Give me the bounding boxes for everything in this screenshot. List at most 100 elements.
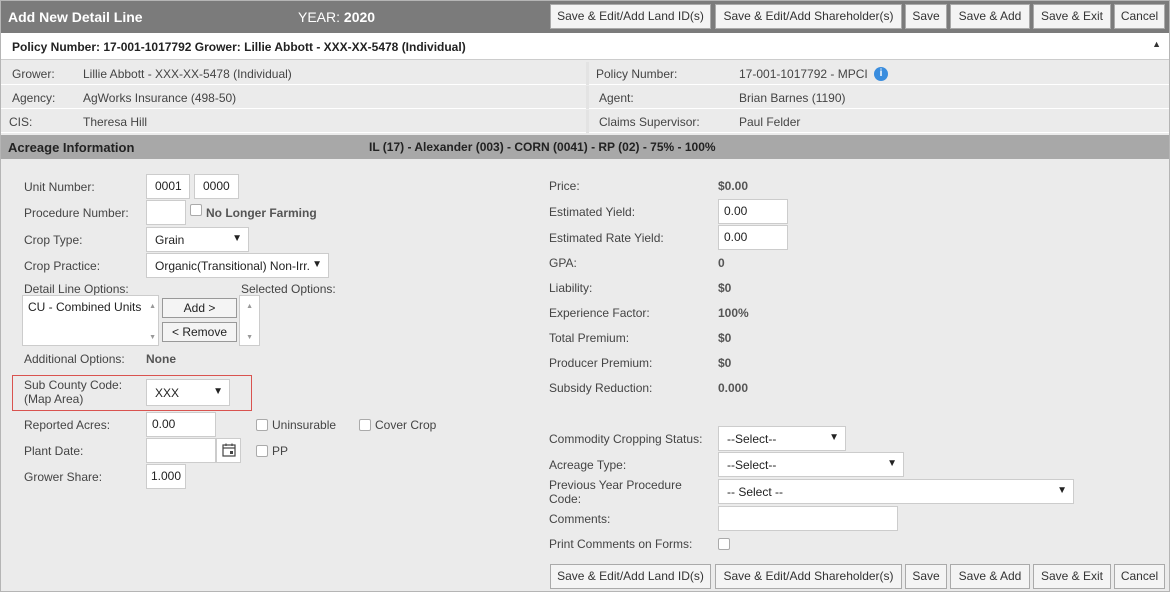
- claims-supervisor-value: Paul Felder: [739, 115, 801, 129]
- pp-label: PP: [272, 444, 289, 458]
- save-button-top[interactable]: Save: [905, 4, 947, 29]
- additional-options-value: None: [146, 352, 176, 366]
- remove-option-button[interactable]: < Remove: [162, 322, 237, 342]
- producer-premium-value: $0: [718, 356, 732, 370]
- save-edit-land-ids-button-bottom[interactable]: Save & Edit/Add Land ID(s): [550, 564, 711, 589]
- total-premium-label: Total Premium:: [549, 331, 630, 345]
- liability-label: Liability:: [549, 281, 593, 295]
- acreage-section-header: Acreage Information IL (17) - Alexander …: [1, 135, 1169, 159]
- commodity-cropping-label: Commodity Cropping Status:: [549, 432, 703, 446]
- save-and-add-button-top[interactable]: Save & Add: [950, 4, 1030, 29]
- agency-label: Agency:: [12, 91, 56, 105]
- grower-share-input[interactable]: 1.000: [146, 464, 186, 489]
- unit-number-input-2[interactable]: 0000: [194, 174, 239, 199]
- prev-year-procedure-value: -- Select --: [727, 485, 784, 499]
- print-comments-label: Print Comments on Forms:: [549, 537, 693, 551]
- dialog-window: Add New Detail Line YEAR: 2020 Save & Ed…: [0, 0, 1170, 592]
- info-row-agency: Agency: AgWorks Insurance (498-50) Agent…: [1, 86, 1169, 109]
- save-edit-land-ids-button-top[interactable]: Save & Edit/Add Land ID(s): [550, 4, 711, 29]
- add-option-button[interactable]: Add >: [162, 298, 237, 318]
- chevron-down-icon: ▼: [312, 259, 322, 270]
- save-and-exit-button-bottom[interactable]: Save & Exit: [1033, 564, 1111, 589]
- reported-acres-input[interactable]: 0.00: [146, 412, 216, 437]
- detail-option-item[interactable]: CU - Combined Units: [28, 300, 141, 314]
- sub-county-select[interactable]: XXX ▼: [146, 379, 230, 406]
- year-label: YEAR:: [298, 9, 341, 25]
- cis-value: Theresa Hill: [83, 115, 148, 129]
- chevron-down-icon: ▼: [213, 386, 223, 397]
- uninsurable-label: Uninsurable: [272, 418, 337, 432]
- detail-line-options-list[interactable]: CU - Combined Units ▲ ▼: [22, 295, 159, 346]
- cover-crop-label: Cover Crop: [375, 418, 437, 432]
- acreage-type-value: --Select--: [727, 458, 777, 472]
- acreage-type-select[interactable]: --Select-- ▼: [718, 452, 904, 477]
- scroll-down-icon[interactable]: ▼: [149, 334, 156, 341]
- save-edit-shareholders-button-bottom[interactable]: Save & Edit/Add Shareholder(s): [715, 564, 902, 589]
- policy-number-value: 17-001-1017792 - MPCI: [739, 67, 868, 81]
- info-icon[interactable]: i: [874, 67, 888, 81]
- procedure-number-label: Procedure Number:: [24, 206, 129, 220]
- uninsurable-checkbox[interactable]: [256, 419, 268, 431]
- chevron-down-icon: ▼: [232, 233, 242, 244]
- collapse-triangle-icon[interactable]: ▲: [1152, 39, 1161, 49]
- save-and-exit-button-top[interactable]: Save & Exit: [1033, 4, 1111, 29]
- comments-label: Comments:: [549, 512, 611, 526]
- save-and-add-button-bottom[interactable]: Save & Add: [950, 564, 1030, 589]
- sub-county-label-line1: Sub County Code:: [24, 378, 123, 392]
- cancel-button-top[interactable]: Cancel: [1114, 4, 1165, 29]
- total-premium-value: $0: [718, 331, 732, 345]
- unit-number-label: Unit Number:: [24, 180, 95, 194]
- crop-type-select[interactable]: Grain ▼: [146, 227, 249, 252]
- experience-factor-value: 100%: [718, 306, 749, 320]
- procedure-number-input[interactable]: [146, 200, 186, 225]
- policy-summary-bar[interactable]: Policy Number: 17-001-1017792 Grower: Li…: [1, 33, 1169, 60]
- scroll-up-icon[interactable]: ▲: [246, 303, 253, 310]
- subsidy-reduction-value: 0.000: [718, 381, 749, 395]
- experience-factor-label: Experience Factor:: [549, 306, 650, 320]
- producer-premium-label: Producer Premium:: [549, 356, 653, 370]
- scroll-up-icon[interactable]: ▲: [149, 303, 156, 310]
- additional-options-label: Additional Options:: [24, 352, 125, 366]
- policy-summary-text: Policy Number: 17-001-1017792 Grower: Li…: [12, 40, 466, 54]
- selected-options-list[interactable]: ▲ ▼: [239, 295, 260, 346]
- info-row-grower: Grower: Lillie Abbott - XXX-XX-5478 (Ind…: [1, 62, 1169, 85]
- estimated-yield-input[interactable]: 0.00: [718, 199, 788, 224]
- plant-date-input[interactable]: [146, 438, 216, 463]
- acreage-subtitle: IL (17) - Alexander (003) - CORN (0041) …: [369, 140, 716, 154]
- selected-options-label: Selected Options:: [241, 282, 336, 296]
- prev-year-procedure-label-line2: Code:: [549, 492, 582, 506]
- crop-practice-value: Organic(Transitional) Non-Irr.: [155, 259, 310, 273]
- cover-crop-checkbox[interactable]: [359, 419, 371, 431]
- cis-label: CIS:: [9, 115, 33, 129]
- commodity-cropping-select[interactable]: --Select-- ▼: [718, 426, 846, 451]
- no-longer-farming-label: No Longer Farming: [206, 206, 317, 220]
- estimated-yield-label: Estimated Yield:: [549, 205, 636, 219]
- save-button-bottom[interactable]: Save: [905, 564, 947, 589]
- print-comments-checkbox[interactable]: [718, 538, 730, 550]
- cancel-button-bottom[interactable]: Cancel: [1114, 564, 1165, 589]
- year-display: YEAR: 2020: [298, 9, 375, 25]
- no-longer-farming-checkbox[interactable]: [190, 204, 202, 216]
- sub-county-label-line2: (Map Area): [24, 392, 84, 406]
- commodity-cropping-value: --Select--: [727, 432, 777, 446]
- pp-checkbox[interactable]: [256, 445, 268, 457]
- dialog-title: Add New Detail Line: [8, 9, 143, 25]
- save-edit-shareholders-button-top[interactable]: Save & Edit/Add Shareholder(s): [715, 4, 902, 29]
- estimated-rate-yield-label: Estimated Rate Yield:: [549, 231, 664, 245]
- gpa-label: GPA:: [549, 256, 577, 270]
- unit-number-input-1[interactable]: 0001: [146, 174, 190, 199]
- scroll-down-icon[interactable]: ▼: [246, 334, 253, 341]
- calendar-button[interactable]: [216, 438, 241, 463]
- agent-label: Agent:: [599, 91, 634, 105]
- crop-practice-select[interactable]: Organic(Transitional) Non-Irr. ▼: [146, 253, 329, 278]
- calendar-icon: [222, 443, 236, 457]
- prev-year-procedure-select[interactable]: -- Select -- ▼: [718, 479, 1074, 504]
- sub-county-value: XXX: [155, 386, 180, 400]
- comments-input[interactable]: [718, 506, 898, 531]
- claims-supervisor-label: Claims Supervisor:: [599, 115, 700, 129]
- chevron-down-icon: ▼: [829, 432, 839, 443]
- crop-type-label: Crop Type:: [24, 233, 83, 247]
- acreage-title: Acreage Information: [8, 140, 135, 155]
- price-value: $0.00: [718, 179, 749, 193]
- estimated-rate-yield-input[interactable]: 0.00: [718, 225, 788, 250]
